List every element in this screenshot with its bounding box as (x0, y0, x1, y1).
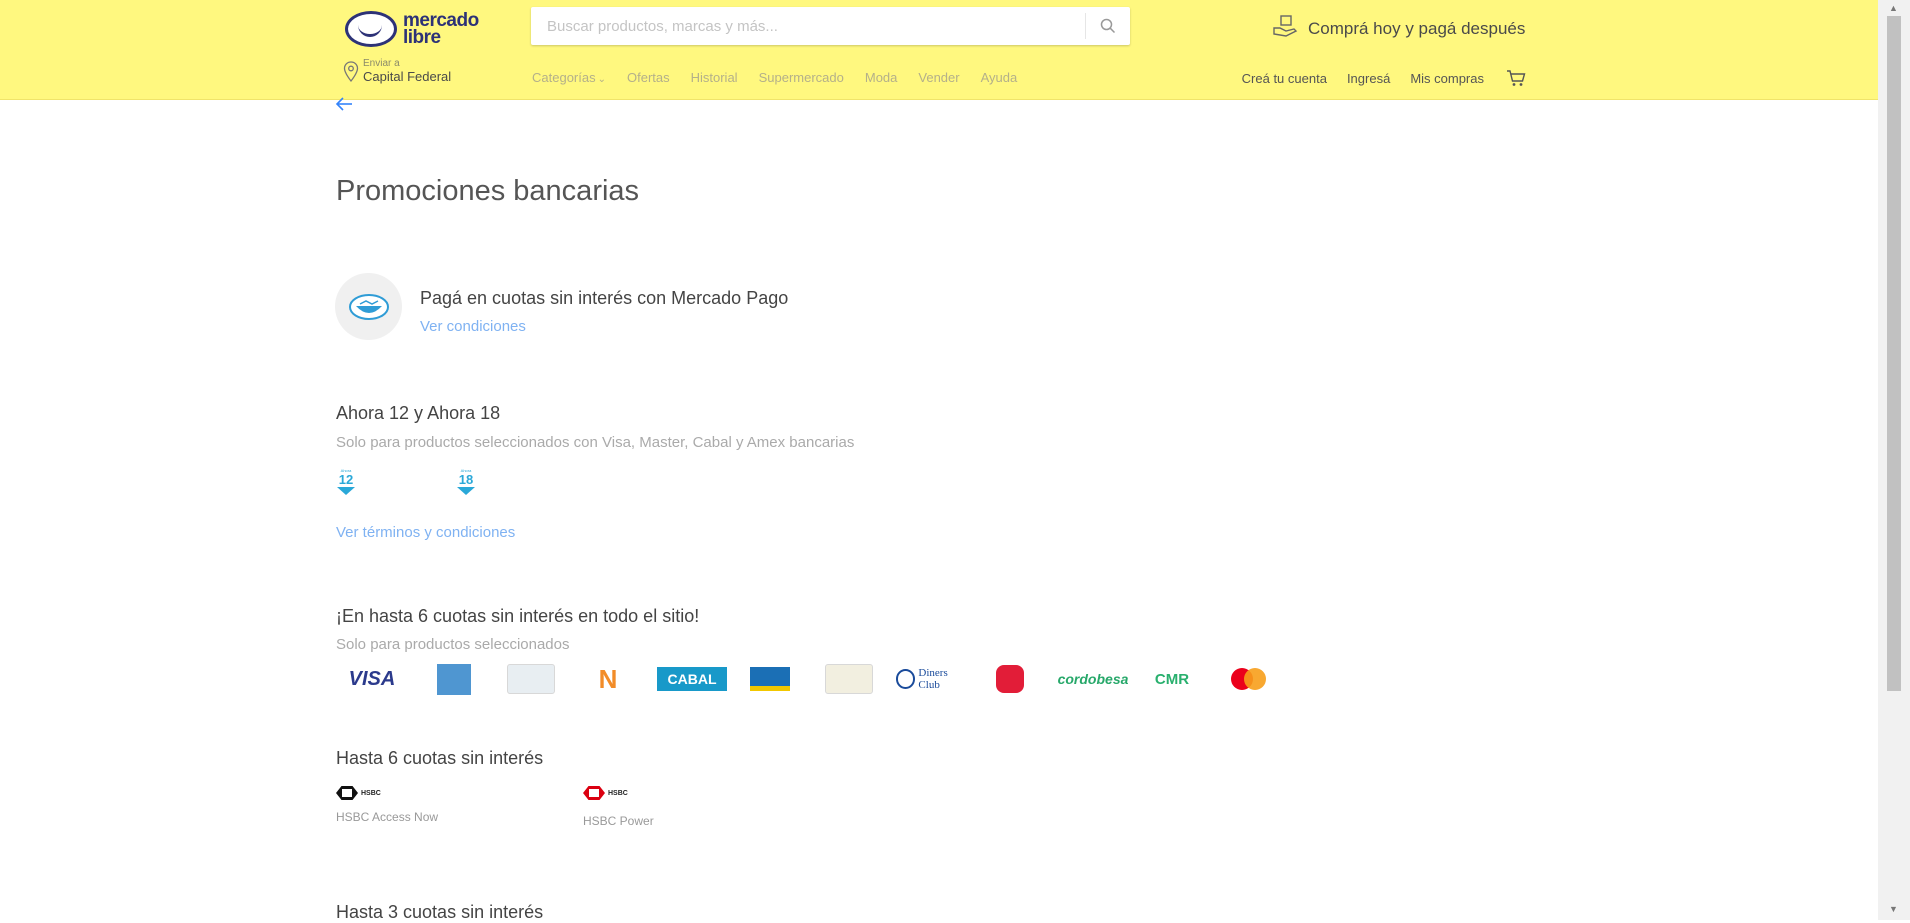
ahora-subtitle: Solo para productos seleccionados con Vi… (336, 434, 855, 451)
mastercard-orange-circle (1243, 668, 1266, 690)
location-pin-icon (343, 61, 359, 83)
ahora-12-arrow-icon (337, 487, 355, 495)
cmr-logo: CMR (1150, 660, 1194, 698)
diners-club-logo: Diners Club (896, 660, 970, 698)
promo-text: Comprá hoy y pagá después (1308, 18, 1526, 38)
location-label: Enviar a (363, 58, 400, 69)
main-nav: Categorías ⌄ Ofertas Historial Supermerca… (532, 70, 1038, 85)
hsbc-access-now-label: HSBC Access Now (336, 810, 439, 824)
search-input[interactable] (531, 8, 1085, 44)
bank-card-logo-2-shape (825, 664, 873, 694)
logo-text: mercado libre (403, 10, 479, 48)
create-account-link[interactable]: Creá tu cuenta (1242, 71, 1327, 86)
cordobesa-logo-text: cordobesa (1057, 671, 1129, 687)
diners-circle-icon (896, 669, 916, 689)
ahora-12-number: 12 (338, 472, 354, 487)
argencard-logo-box (996, 665, 1024, 693)
argencard-logo (994, 660, 1026, 698)
scrollbar-thumb[interactable] (1887, 16, 1901, 691)
my-purchases-link[interactable]: Mis compras (1410, 71, 1484, 86)
mastercard-logo (1228, 660, 1268, 698)
cordobesa-logo: cordobesa (1057, 660, 1129, 698)
ahora-18-badge: Ahora 18 (456, 468, 476, 495)
search-bar (531, 7, 1130, 45)
handshake-logo-icon (345, 11, 397, 47)
hsbc-power-label: HSBC Power (583, 814, 654, 828)
back-arrow-icon[interactable] (335, 97, 353, 116)
nav-historial[interactable]: Historial (691, 70, 738, 85)
six-site-title: ¡En hasta 6 cuotas sin interés en todo e… (336, 606, 700, 626)
bank-card-logo-1-shape (507, 664, 555, 694)
shipping-location[interactable]: Enviar a Capital Federal (343, 58, 451, 84)
amex-logo-box (437, 663, 471, 695)
mercadopago-logo (335, 273, 402, 340)
page-title: Promociones bancarias (336, 175, 640, 207)
ahora-terms-link[interactable]: Ver términos y condiciones (336, 524, 515, 541)
six-site-subtitle: Solo para productos seleccionados (336, 636, 570, 653)
nav-supermercado[interactable]: Supermercado (759, 70, 844, 85)
page-scrollbar[interactable]: ▲ ▼ (1878, 0, 1910, 920)
ahora-18-arrow-icon (457, 487, 475, 495)
nav-ofertas[interactable]: Ofertas (627, 70, 670, 85)
diners-club-logo-text: Diners Club (918, 667, 948, 691)
header: mercado libre Comprá hoy y pagá después … (0, 0, 1878, 100)
scroll-down-arrow-icon[interactable]: ▼ (1889, 904, 1898, 914)
mastercard-logo-mark (1230, 668, 1266, 690)
mercadopago-conditions-link[interactable]: Ver condiciones (420, 318, 526, 335)
nativa-logo (748, 660, 792, 698)
hsbc-access-now-logo: HSBC (336, 786, 438, 800)
cabal-logo-box: CABAL (657, 667, 727, 691)
diners-club-logo-mark: Diners Club (896, 667, 970, 691)
hsbc-hexagon-icon (336, 786, 358, 800)
hsbc-power-logo: HSBC (583, 786, 654, 800)
naranja-logo-text: N (598, 663, 618, 694)
buy-now-pay-later-banner[interactable]: Comprá hoy y pagá después (1272, 14, 1525, 43)
cart-icon[interactable] (1506, 69, 1526, 87)
hsbc-power: HSBC HSBC Power (583, 786, 654, 828)
search-button[interactable] (1085, 13, 1130, 39)
visa-logo: VISA (346, 660, 398, 698)
cmr-logo-text: CMR (1154, 670, 1190, 688)
search-icon (1100, 18, 1116, 34)
bank-card-logo-2 (824, 660, 874, 698)
location-value: Capital Federal (363, 69, 452, 84)
naranja-logo: N (590, 660, 626, 698)
nativa-logo-box (750, 667, 790, 691)
hand-box-icon (1272, 14, 1298, 43)
hsbc-access-now-logo-text: HSBC (361, 789, 381, 797)
visa-logo-text: VISA (348, 667, 396, 690)
ahora-18-number: 18 (458, 472, 474, 487)
nav-categorias-label: Categorías (532, 70, 596, 85)
nav-ayuda[interactable]: Ayuda (981, 70, 1018, 85)
login-link[interactable]: Ingresá (1347, 71, 1390, 86)
nav-moda[interactable]: Moda (865, 70, 898, 85)
cabal-logo: CABAL (656, 660, 728, 698)
amex-logo (434, 660, 474, 698)
ahora-title: Ahora 12 y Ahora 18 (336, 403, 501, 423)
hsbc-hexagon-red-icon (583, 786, 605, 800)
mercadopago-handshake-icon (348, 293, 389, 320)
mercadolibre-logo[interactable]: mercado libre (345, 7, 485, 51)
nav-vender[interactable]: Vender (918, 70, 959, 85)
ahora-12-badge: Ahora 12 (336, 468, 356, 495)
mercadopago-title: Pagá en cuotas sin interés con Mercado P… (420, 288, 789, 308)
hsbc-access-now: HSBC HSBC Access Now (336, 786, 438, 824)
bank-card-logo-1 (506, 660, 556, 698)
scroll-up-arrow-icon[interactable]: ▲ (1889, 3, 1898, 13)
six-title: Hasta 6 cuotas sin interés (336, 748, 544, 768)
hsbc-power-logo-text: HSBC (608, 789, 628, 797)
chevron-down-icon: ⌄ (597, 74, 606, 85)
nav-categorias[interactable]: Categorías ⌄ (532, 70, 606, 85)
account-links: Creá tu cuenta Ingresá Mis compras (1222, 69, 1526, 87)
